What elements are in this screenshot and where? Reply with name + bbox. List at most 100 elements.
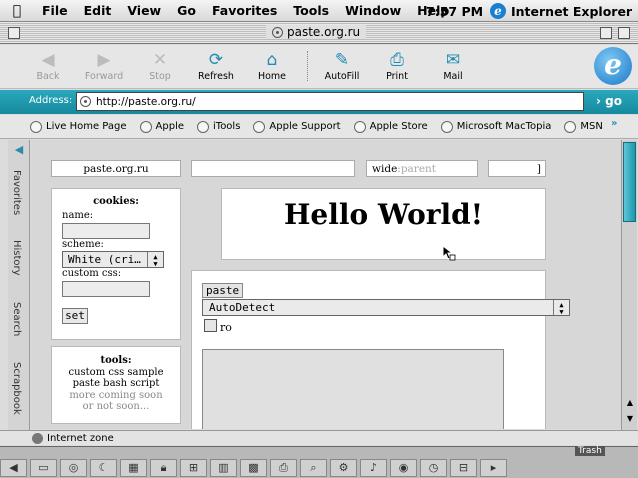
tools-note-line1: more coming soon — [69, 389, 163, 401]
collapse-box[interactable] — [618, 27, 630, 39]
computer-icon[interactable]: ▭ — [30, 459, 57, 477]
stop-button[interactable]: ✕ Stop — [132, 49, 188, 82]
explorer-bar-toggle-icon[interactable]: ◀ — [10, 143, 28, 159]
more-favorites-chevron-icon[interactable]: » — [611, 118, 617, 129]
go-button[interactable]: › go — [596, 94, 622, 108]
favorite-label: Apple Store — [369, 121, 428, 132]
search-icon[interactable]: ⌕ — [300, 459, 327, 477]
page-scrollbar[interactable]: ▲ ▼ — [621, 140, 637, 430]
favorite-label: Apple — [155, 121, 184, 132]
paste-textarea[interactable] — [202, 349, 504, 429]
site-name: paste.org.ru — [83, 162, 149, 175]
tab-favorites[interactable]: Favorites — [11, 170, 22, 215]
home-button[interactable]: ⌂ Home — [244, 49, 300, 82]
mouse-pointer-icon — [442, 245, 456, 261]
scroll-down-arrow-icon[interactable]: ▼ — [624, 414, 636, 423]
refresh-button-label: Refresh — [198, 71, 234, 82]
zoom-box[interactable] — [600, 27, 612, 39]
strip-end-icon[interactable]: ▸ — [480, 459, 507, 477]
toolbar-separator — [307, 51, 308, 81]
window-title-bar[interactable]: paste.org.ru — [0, 22, 638, 44]
custom-css-sample-link[interactable]: custom css sample — [52, 367, 180, 379]
resolution-icon[interactable]: ▩ — [240, 459, 267, 477]
menu-tools[interactable]: Tools — [285, 3, 337, 18]
menu-clock[interactable]: 7:57 PM — [426, 4, 483, 19]
print-button[interactable]: ⎙ Print — [369, 49, 425, 82]
ro-checkbox[interactable] — [204, 319, 217, 332]
syntax-select[interactable]: AutoDetect ▲ ▼ — [202, 299, 570, 316]
favorite-itools[interactable]: iTools — [197, 120, 240, 133]
speaker-icon[interactable]: ♪ — [360, 459, 387, 477]
back-arrow-icon: ◀ — [41, 50, 55, 70]
go-arrow-icon: › — [596, 94, 601, 108]
network-icon[interactable]: ⊞ — [180, 459, 207, 477]
forward-button[interactable]: ▶ Forward — [76, 49, 132, 82]
close-box[interactable] — [8, 27, 20, 39]
clock-icon[interactable]: ◷ — [420, 459, 447, 477]
favorite-apple-support[interactable]: Apple Support — [253, 120, 341, 133]
web-sharing-icon[interactable]: ⊟ — [450, 459, 477, 477]
trash-label: Trash — [578, 446, 602, 456]
scrollbar-thumb[interactable] — [623, 142, 636, 222]
page-proxy-icon[interactable] — [80, 96, 91, 107]
explorer-bar-tabs: ◀ Favorites History Search Scrapbook — [8, 140, 30, 430]
forward-button-label: Forward — [84, 71, 124, 82]
scheme-select[interactable]: White (cri… ▲ ▼ — [62, 251, 164, 268]
apple-menu-icon[interactable]:  — [0, 3, 34, 19]
tab-scrapbook[interactable]: Scrapbook — [11, 362, 22, 415]
menu-go[interactable]: Go — [169, 3, 204, 18]
menu-edit[interactable]: Edit — [76, 3, 120, 18]
custom-css-input[interactable] — [62, 281, 150, 297]
tab-history[interactable]: History — [11, 240, 22, 276]
lock-icon[interactable]: 🔒︎ — [150, 459, 177, 477]
internet-explorer-logo-icon[interactable]: e — [594, 47, 632, 85]
custom-css-label: custom css: — [62, 268, 122, 279]
favorite-page-icon — [253, 120, 266, 133]
select-arrows-icon: ▲ ▼ — [553, 300, 569, 316]
title-input[interactable] — [191, 160, 355, 177]
menu-favorites[interactable]: Favorites — [204, 3, 285, 18]
microphone-icon[interactable]: ◉ — [390, 459, 417, 477]
mail-button[interactable]: ✉ Mail — [425, 49, 481, 82]
favorite-label: Microsoft MacTopia — [456, 121, 552, 132]
settings-icon[interactable]: ⚙ — [330, 459, 357, 477]
paste-legend: paste — [202, 283, 244, 298]
color-depth-icon[interactable]: ▥ — [210, 459, 237, 477]
favorite-label: MSN — [580, 121, 603, 132]
cd-icon[interactable]: ◎ — [60, 459, 87, 477]
scroll-up-arrow-icon[interactable]: ▲ — [624, 398, 636, 407]
printer-icon[interactable]: ⎙ — [270, 459, 297, 477]
favorite-apple-store[interactable]: Apple Store — [353, 120, 428, 133]
favorite-label: Apple Support — [269, 121, 341, 132]
parent-input[interactable]: parent — [401, 163, 436, 175]
autofill-button[interactable]: ✎ AutoFill — [314, 49, 370, 82]
refresh-button[interactable]: ⟳ Refresh — [188, 49, 244, 82]
favorite-msn[interactable]: MSN — [564, 120, 603, 133]
menu-bar:  File Edit View Go Favorites Tools Wind… — [0, 0, 638, 22]
mail-icon: ✉ — [445, 50, 461, 70]
strip-collapse-icon[interactable]: ◀ — [0, 459, 27, 477]
proxy-icon[interactable] — [272, 26, 283, 38]
small-field[interactable]: ] — [488, 160, 546, 177]
paste-bash-script-link[interactable]: paste bash script — [52, 378, 180, 390]
moon-icon[interactable]: ☾ — [90, 459, 117, 477]
autofill-icon: ✎ — [334, 50, 350, 70]
trash-icon[interactable]: Trash — [575, 446, 605, 456]
internet-explorer-icon: e — [490, 3, 506, 19]
menu-view[interactable]: View — [119, 3, 169, 18]
tab-search[interactable]: Search — [11, 302, 22, 336]
application-menu[interactable]: e Internet Explorer — [490, 3, 632, 19]
window-title-text: paste.org.ru — [287, 25, 361, 39]
menu-file[interactable]: File — [34, 3, 76, 18]
address-field[interactable]: http://paste.org.ru/ — [76, 92, 584, 111]
back-button[interactable]: ◀ Back — [20, 49, 76, 82]
favorite-live-home-page[interactable]: Live Home Page — [30, 120, 127, 133]
wide-link[interactable]: wide — [372, 163, 397, 175]
cookie-name-input[interactable] — [62, 223, 150, 239]
internet-zone-icon — [32, 432, 43, 444]
set-button[interactable]: set — [62, 308, 88, 324]
file-sharing-icon[interactable]: ▦ — [120, 459, 147, 477]
favorite-apple[interactable]: Apple — [139, 120, 184, 133]
favorite-microsoft-mactopia[interactable]: Microsoft MacTopia — [440, 120, 552, 133]
menu-window[interactable]: Window — [337, 3, 409, 18]
